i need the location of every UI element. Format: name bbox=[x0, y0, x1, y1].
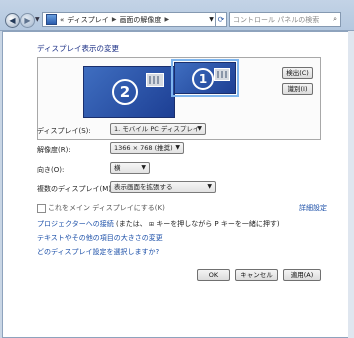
projector-hint-prefix: (または、 bbox=[115, 220, 147, 228]
main-content: ディスプレイ表示の変更 2 1 検出(C) 識別(I) ディスプレイ(S): 1… bbox=[2, 31, 349, 338]
breadcrumb-separator-icon[interactable]: ▶ bbox=[164, 16, 169, 23]
refresh-icon[interactable]: ⟳ bbox=[215, 12, 227, 27]
display-select-value: 1. モバイル PC ディスプレイ bbox=[114, 125, 200, 133]
monitor-thumbnail-icon bbox=[214, 68, 230, 81]
breadcrumb-separator-icon[interactable]: ▶ bbox=[112, 16, 117, 23]
search-icon: ⌕ bbox=[333, 15, 337, 23]
identify-button[interactable]: 識別(I) bbox=[282, 83, 313, 95]
breadcrumb-resolution[interactable]: 画面の解像度 bbox=[119, 15, 161, 25]
breadcrumb-root[interactable]: « bbox=[60, 16, 64, 24]
apply-button[interactable]: 適用(A) bbox=[283, 269, 321, 281]
monitor-2[interactable]: 2 bbox=[83, 66, 175, 118]
page-title: ディスプレイ表示の変更 bbox=[37, 44, 119, 53]
forward-button[interactable]: ▶ bbox=[20, 13, 35, 28]
chevron-down-icon: ▼ bbox=[141, 164, 146, 171]
chevron-down-icon: ▼ bbox=[175, 144, 180, 151]
window-edge bbox=[348, 31, 354, 338]
monitor-thumbnail-icon bbox=[146, 73, 164, 87]
orientation-label: 向き(O): bbox=[37, 166, 65, 174]
multi-display-select[interactable]: 表示画面を拡張する ▼ bbox=[110, 181, 216, 193]
advanced-settings-link[interactable]: 詳細設定 bbox=[299, 203, 327, 213]
resolution-select-value: 1366 × 768 (推奨) bbox=[114, 144, 173, 152]
resolution-label: 解像度(R): bbox=[37, 146, 71, 154]
monitor-1-number: 1 bbox=[192, 68, 214, 90]
projector-hint-suffix: キーを押しながら P キーを一緒に押す) bbox=[156, 220, 280, 228]
search-placeholder: コントロール パネルの検索 bbox=[233, 15, 320, 24]
projector-line: プロジェクターへの接続 (または、 ⊞ キーを押しながら P キーを一緒に押す) bbox=[37, 219, 280, 229]
multi-display-label: 複数のディスプレイ(M): bbox=[37, 185, 114, 193]
text-size-link[interactable]: テキストやその他の項目の大きさの変更 bbox=[37, 233, 163, 243]
windows-key-icon: ⊞ bbox=[148, 221, 154, 228]
multi-display-select-value: 表示画面を拡張する bbox=[114, 183, 173, 191]
main-display-checkbox-label: これをメイン ディスプレイにする(K) bbox=[48, 204, 165, 212]
detect-button[interactable]: 検出(C) bbox=[282, 67, 313, 79]
monitor-2-number: 2 bbox=[112, 79, 138, 105]
display-select[interactable]: 1. モバイル PC ディスプレイ ▼ bbox=[110, 123, 206, 135]
projector-link[interactable]: プロジェクターへの接続 bbox=[37, 220, 114, 228]
display-label: ディスプレイ(S): bbox=[37, 127, 91, 135]
resolution-select[interactable]: 1366 × 768 (推奨) ▼ bbox=[110, 142, 184, 154]
recent-pages-chevron-icon[interactable]: ▼ bbox=[35, 16, 40, 23]
back-button[interactable]: ◀ bbox=[5, 13, 20, 28]
orientation-select-value: 横 bbox=[114, 164, 121, 172]
chevron-down-icon: ▼ bbox=[197, 125, 202, 132]
main-display-checkbox[interactable] bbox=[37, 204, 46, 213]
search-input[interactable]: コントロール パネルの検索 ⌕ bbox=[229, 12, 341, 27]
ok-button[interactable]: OK bbox=[197, 269, 230, 281]
chevron-down-icon: ▼ bbox=[207, 183, 212, 190]
address-bar-area: ◀ ▶ ▼ « ディスプレイ ▶ 画面の解像度 ▶ ▼ ⟳ コントロール パネル… bbox=[0, 0, 354, 31]
forward-arrow-icon: ▶ bbox=[24, 16, 31, 25]
which-settings-link[interactable]: どのディスプレイ設定を選択しますか? bbox=[37, 247, 159, 257]
address-bar[interactable]: « ディスプレイ ▶ 画面の解像度 ▶ bbox=[42, 12, 210, 27]
breadcrumb-display[interactable]: ディスプレイ bbox=[67, 15, 109, 25]
control-panel-icon bbox=[46, 14, 57, 25]
orientation-select[interactable]: 横 ▼ bbox=[110, 162, 150, 174]
monitor-1[interactable]: 1 bbox=[171, 59, 239, 97]
back-arrow-icon: ◀ bbox=[9, 16, 16, 25]
cancel-button[interactable]: キャンセル bbox=[235, 269, 278, 281]
